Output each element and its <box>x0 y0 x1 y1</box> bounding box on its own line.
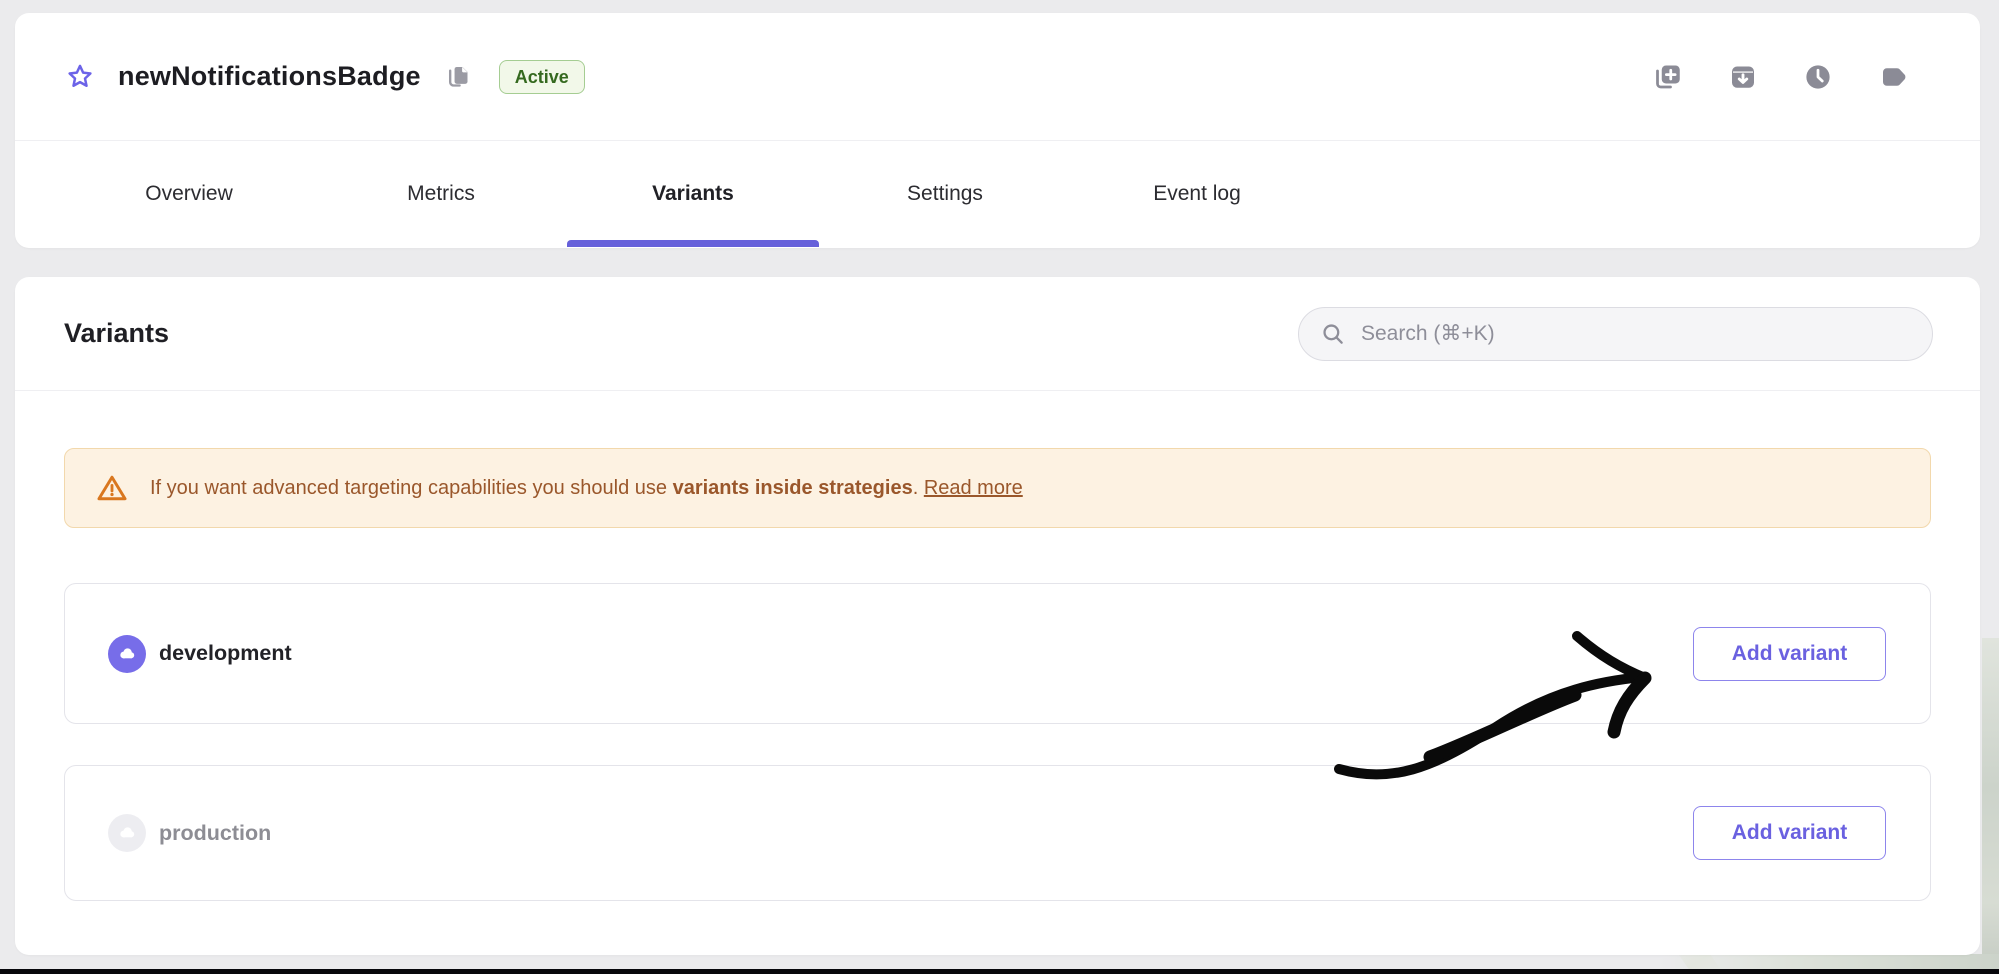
search-input[interactable] <box>1359 321 1924 347</box>
environment-name: development <box>159 641 292 666</box>
duplicate-feature-icon[interactable] <box>1653 62 1683 92</box>
tab-overview[interactable]: Overview <box>63 141 315 247</box>
header-actions <box>1653 62 1908 92</box>
variants-content: If you want advanced targeting capabilit… <box>15 391 1980 901</box>
feature-tabs: Overview Metrics Variants Settings Event… <box>15 141 1980 247</box>
tab-event-log[interactable]: Event log <box>1071 141 1323 247</box>
search-box[interactable] <box>1298 307 1933 361</box>
warning-text: If you want advanced targeting capabilit… <box>150 477 1023 500</box>
cloud-environment-icon <box>108 814 146 852</box>
variants-heading-row: Variants <box>15 277 1980 391</box>
section-heading: Variants <box>64 318 169 349</box>
feature-header-card: newNotificationsBadge Active <box>15 13 1980 248</box>
tab-settings[interactable]: Settings <box>819 141 1071 247</box>
add-variant-button-production[interactable]: Add variant <box>1693 806 1886 860</box>
screenshot-bottom-edge <box>0 969 1999 974</box>
copy-name-icon[interactable] <box>445 63 472 90</box>
favorite-star-icon[interactable] <box>65 62 95 92</box>
warning-icon <box>95 471 129 505</box>
environment-name: production <box>159 821 271 846</box>
tab-metrics[interactable]: Metrics <box>315 141 567 247</box>
history-icon[interactable] <box>1803 62 1833 92</box>
tab-variants[interactable]: Variants <box>567 141 819 247</box>
status-badge: Active <box>499 60 585 94</box>
add-variant-button-development[interactable]: Add variant <box>1693 627 1886 681</box>
background-texture <box>1982 638 1999 969</box>
feature-flag-page: newNotificationsBadge Active <box>0 0 1999 974</box>
cloud-environment-icon <box>108 635 146 673</box>
warning-banner: If you want advanced targeting capabilit… <box>64 448 1931 528</box>
read-more-link[interactable]: Read more <box>924 477 1023 499</box>
page-title: newNotificationsBadge <box>118 61 421 92</box>
environment-row-production: production Add variant <box>64 765 1931 901</box>
variants-panel: Variants If you want advanced targeting … <box>15 277 1980 955</box>
archive-icon[interactable] <box>1728 62 1758 92</box>
tag-icon[interactable] <box>1878 62 1908 92</box>
environment-row-development: development Add variant <box>64 583 1931 724</box>
header-row: newNotificationsBadge Active <box>15 13 1980 141</box>
search-icon <box>1320 321 1346 347</box>
active-tab-indicator <box>567 240 819 247</box>
